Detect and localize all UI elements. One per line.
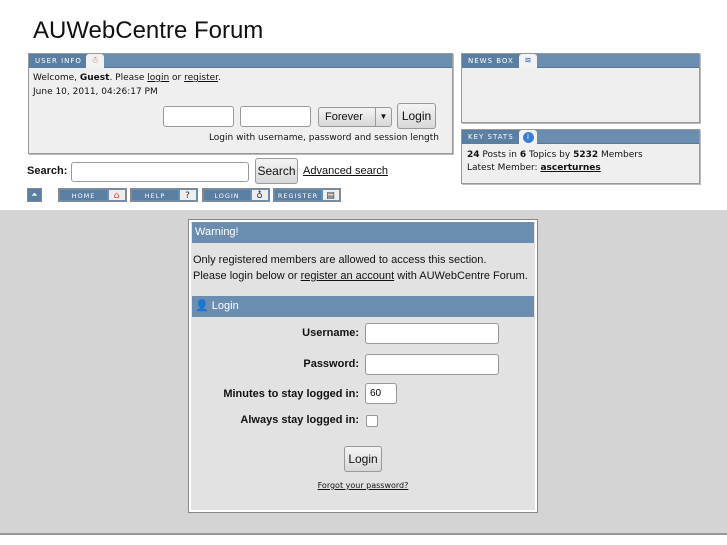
password-input[interactable] <box>240 106 311 127</box>
user-info-tab: USER INFO <box>29 54 88 68</box>
key-stats-box: KEY STATS i 24 Posts in 6 Topics by 5232 … <box>461 129 700 184</box>
site-title: AUWebCentre Forum <box>33 17 264 44</box>
stats-text: 24 Posts in 6 Topics by 5232 Members <box>467 150 643 160</box>
login-password-input[interactable] <box>365 354 499 375</box>
warning-line1: Only registered members are allowed to a… <box>193 254 487 266</box>
news-icon: ≋ <box>519 54 537 68</box>
username-input[interactable] <box>163 106 234 127</box>
collapse-button[interactable]: ⏶ <box>27 188 42 202</box>
minutes-label: Minutes to stay logged in: <box>223 388 359 400</box>
latest-member-link[interactable]: ascerturnes <box>540 163 600 173</box>
login-panel: Warning! Only registered members are all… <box>188 219 538 513</box>
session-length-select[interactable]: Forever ▼ <box>318 107 392 127</box>
nav-register[interactable]: REGISTER ▤ <box>273 188 341 202</box>
welcome-text: Welcome, Guest. Please login or register… <box>33 73 221 83</box>
warning-line2: Please login below or register an accoun… <box>193 270 528 282</box>
forgot-password-link[interactable]: Forgot your password? <box>189 481 537 490</box>
user-icon: ☃ <box>86 54 104 68</box>
register-link[interactable]: register <box>184 73 218 83</box>
nav-login[interactable]: LOGIN ♁ <box>202 188 270 202</box>
register-account-link[interactable]: register an account <box>301 270 395 282</box>
nav-home[interactable]: HOME ⌂ <box>58 188 127 202</box>
warning-header: Warning! <box>192 222 534 243</box>
nav-help[interactable]: HELP? <box>130 188 198 202</box>
home-icon: ⌂ <box>109 190 125 201</box>
search-label: Search: <box>27 165 68 177</box>
always-checkbox[interactable] <box>366 415 378 427</box>
chevron-down-icon: ▼ <box>375 108 391 126</box>
help-icon: ? <box>180 190 196 201</box>
info-icon: i <box>522 132 534 143</box>
login-username-input[interactable] <box>365 323 499 344</box>
always-label: Always stay logged in: <box>240 414 359 426</box>
user-info-box: USER INFO ☃ Welcome, Guest. Please login … <box>28 53 453 154</box>
password-label: Password: <box>303 358 359 370</box>
user-avatar-icon: 👤 <box>195 300 209 312</box>
panel-login-button[interactable]: Login <box>344 446 382 472</box>
search-input[interactable] <box>71 162 249 182</box>
login-hint: Login with username, password and sessio… <box>208 133 439 143</box>
login-button[interactable]: Login <box>397 103 436 129</box>
news-box-tab: NEWS BOX <box>462 54 520 68</box>
current-date: June 10, 2011, 04:26:17 PM <box>33 87 158 97</box>
bulb-icon: ♁ <box>252 190 268 201</box>
advanced-search-link[interactable]: Advanced search <box>303 165 388 177</box>
username-label: Username: <box>302 327 359 339</box>
key-stats-tab: KEY STATS <box>462 130 520 144</box>
login-link[interactable]: login <box>147 73 169 83</box>
search-button[interactable]: Search <box>255 158 298 184</box>
register-icon: ▤ <box>323 190 339 201</box>
login-header: 👤 Login <box>192 296 534 317</box>
news-box: NEWS BOX ≋ <box>461 53 700 123</box>
latest-member: Latest Member: ascerturnes <box>467 163 601 173</box>
minutes-input[interactable] <box>365 383 397 404</box>
